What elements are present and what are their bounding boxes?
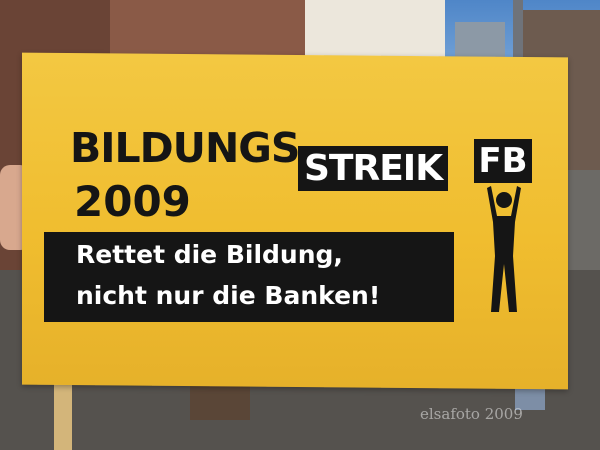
slogan-line-1: Rettet die Bildung,	[76, 240, 343, 269]
banner-year: 2009	[74, 177, 191, 226]
banner-title-bildungs: BILDUNGS	[70, 124, 300, 172]
silhouette-figure-icon	[487, 186, 521, 312]
slogan-line-2: nicht nur die Banken!	[76, 281, 381, 310]
banner-stick	[54, 380, 72, 450]
banner-title-streik: STREIK	[298, 146, 449, 191]
photo-watermark: elsafoto 2009	[420, 405, 523, 423]
banner-badge-fb: FB	[474, 139, 532, 183]
photo-scene: BILDUNGS STREIK 2009 FB Rettet die Bildu…	[0, 0, 600, 450]
